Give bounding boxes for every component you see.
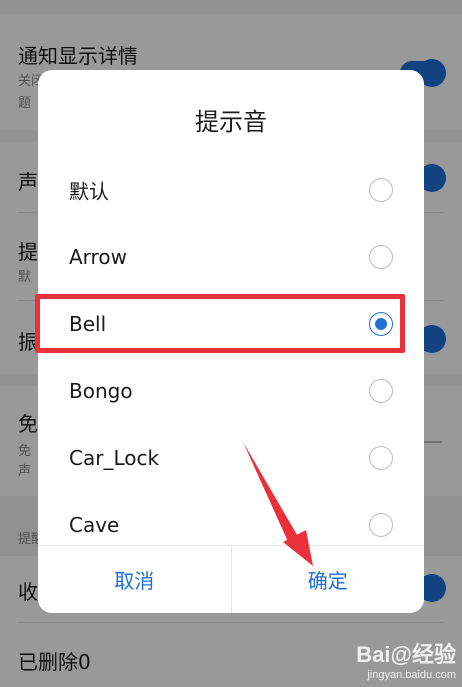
watermark-main: Bai@经验 (356, 642, 456, 667)
annotation-arrow-icon (243, 442, 313, 566)
watermark-sub: jingyan.baidu.com (367, 669, 456, 681)
baidu-jingyan-watermark: Bai@经验 jingyan.baidu.com (356, 637, 456, 681)
